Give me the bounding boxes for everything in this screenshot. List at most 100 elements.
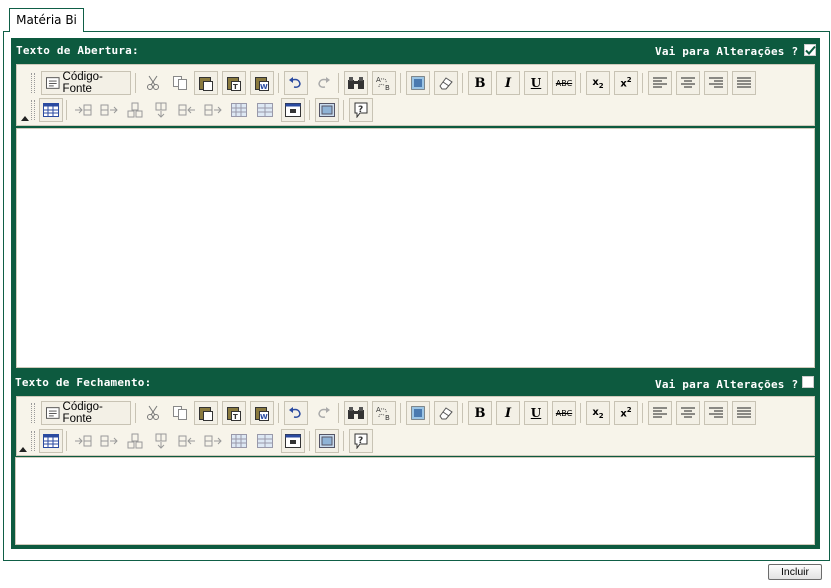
replace-icon: AB: [376, 406, 390, 421]
insert-column-after-button[interactable]: [175, 98, 199, 122]
delete-row-button[interactable]: [123, 429, 147, 453]
special-char-icon: [285, 103, 301, 117]
section-title: Texto de Abertura:: [16, 44, 139, 57]
toolbar-grip[interactable]: [31, 73, 35, 93]
incluir-button[interactable]: Incluir: [768, 564, 822, 580]
insert-row-after-button[interactable]: [97, 98, 121, 122]
replace-button[interactable]: AB: [372, 401, 396, 425]
insert-column-before-button[interactable]: [149, 429, 173, 453]
toolbar-grip[interactable]: [31, 403, 35, 423]
svg-text:B: B: [385, 84, 390, 91]
underline-button[interactable]: U: [524, 401, 548, 425]
special-char-button[interactable]: [281, 98, 305, 122]
select-all-button[interactable]: [406, 71, 430, 95]
insert-row-after-button[interactable]: [97, 429, 121, 453]
editor-fechamento[interactable]: [15, 457, 815, 545]
cut-button[interactable]: [141, 71, 165, 95]
insert-column-before-button[interactable]: [149, 98, 173, 122]
insert-row-before-button[interactable]: [71, 98, 95, 122]
toolbar-collapse-icon[interactable]: [21, 116, 29, 121]
source-button[interactable]: Código-Fonte: [41, 401, 131, 425]
help-button[interactable]: ?: [349, 98, 373, 122]
replace-button[interactable]: AB: [372, 71, 396, 95]
source-button[interactable]: Código-Fonte: [41, 71, 131, 95]
subscript-button[interactable]: x2: [586, 71, 610, 95]
image-icon: [319, 434, 335, 448]
align-center-button[interactable]: [676, 401, 700, 425]
binoculars-icon: [348, 407, 364, 419]
align-justify-button[interactable]: [732, 71, 756, 95]
italic-button[interactable]: I: [496, 401, 520, 425]
cut-button[interactable]: [141, 401, 165, 425]
redo-icon: [318, 77, 330, 88]
svg-text:A: A: [376, 76, 381, 84]
redo-button[interactable]: [311, 401, 335, 425]
merge-cells-button[interactable]: [227, 98, 251, 122]
redo-button[interactable]: [311, 71, 335, 95]
paste-word-button[interactable]: W: [250, 71, 274, 95]
align-left-button[interactable]: [648, 71, 672, 95]
merge-cells-button[interactable]: [227, 429, 251, 453]
bold-button[interactable]: B: [468, 401, 492, 425]
paste-text-button[interactable]: T: [222, 71, 246, 95]
toolbar-grip[interactable]: [31, 431, 35, 451]
delete-column-button[interactable]: [201, 98, 225, 122]
image-button[interactable]: [315, 98, 339, 122]
align-right-button[interactable]: [704, 401, 728, 425]
superscript-button[interactable]: x2: [614, 71, 638, 95]
strikethrough-button[interactable]: ABC: [552, 401, 576, 425]
toolbar-collapse-icon[interactable]: [19, 447, 27, 452]
help-button[interactable]: ?: [349, 429, 373, 453]
align-center-button[interactable]: [676, 71, 700, 95]
table-button[interactable]: [39, 98, 63, 122]
image-button[interactable]: [315, 429, 339, 453]
align-center-icon: [681, 77, 695, 88]
undo-button[interactable]: [284, 401, 308, 425]
remove-format-button[interactable]: [434, 401, 458, 425]
editor-abertura[interactable]: [16, 128, 815, 368]
delete-column-button[interactable]: [201, 429, 225, 453]
copy-button[interactable]: [168, 401, 192, 425]
copy-button[interactable]: [168, 71, 192, 95]
select-all-button[interactable]: [406, 401, 430, 425]
tab-materia-bi[interactable]: Matéria Bi: [9, 8, 84, 32]
paste-word-button[interactable]: W: [250, 401, 274, 425]
insert-row-before-button[interactable]: [71, 429, 95, 453]
italic-button[interactable]: I: [496, 71, 520, 95]
align-right-button[interactable]: [704, 71, 728, 95]
column-after-icon: [178, 104, 195, 116]
find-button[interactable]: [344, 401, 368, 425]
split-cell-button[interactable]: [253, 429, 277, 453]
subscript-button[interactable]: x2: [586, 401, 610, 425]
superscript-button[interactable]: x2: [614, 401, 638, 425]
remove-format-button[interactable]: [434, 71, 458, 95]
vai-alteracoes-checkbox[interactable]: [802, 376, 814, 388]
align-justify-button[interactable]: [732, 401, 756, 425]
editor-toolbar: Código-Fonte T W AB B I U ABC x2 x2 ?: [16, 64, 815, 126]
undo-button[interactable]: [284, 71, 308, 95]
underline-button[interactable]: U: [524, 71, 548, 95]
find-button[interactable]: [344, 71, 368, 95]
undo-icon: [289, 407, 301, 418]
paste-button[interactable]: [194, 401, 218, 425]
strikethrough-button[interactable]: ABC: [552, 71, 576, 95]
table-button[interactable]: [39, 429, 63, 453]
split-cell-button[interactable]: [253, 98, 277, 122]
scissors-icon: [147, 405, 159, 420]
align-right-icon: [709, 77, 723, 88]
row-before-icon: [75, 104, 92, 116]
bold-button[interactable]: B: [468, 71, 492, 95]
special-char-button[interactable]: [281, 429, 305, 453]
help-icon: ?: [354, 433, 368, 449]
split-cell-icon: [257, 434, 273, 448]
toolbar-grip[interactable]: [31, 100, 35, 120]
strikethrough-icon: ABC: [555, 78, 573, 88]
paste-button[interactable]: [194, 71, 218, 95]
svg-text:T: T: [233, 413, 238, 421]
paste-text-button[interactable]: T: [222, 401, 246, 425]
delete-row-button[interactable]: [123, 98, 147, 122]
table-icon: [43, 434, 59, 448]
align-left-button[interactable]: [648, 401, 672, 425]
insert-column-after-button[interactable]: [175, 429, 199, 453]
vai-alteracoes-checkbox[interactable]: [804, 44, 816, 56]
